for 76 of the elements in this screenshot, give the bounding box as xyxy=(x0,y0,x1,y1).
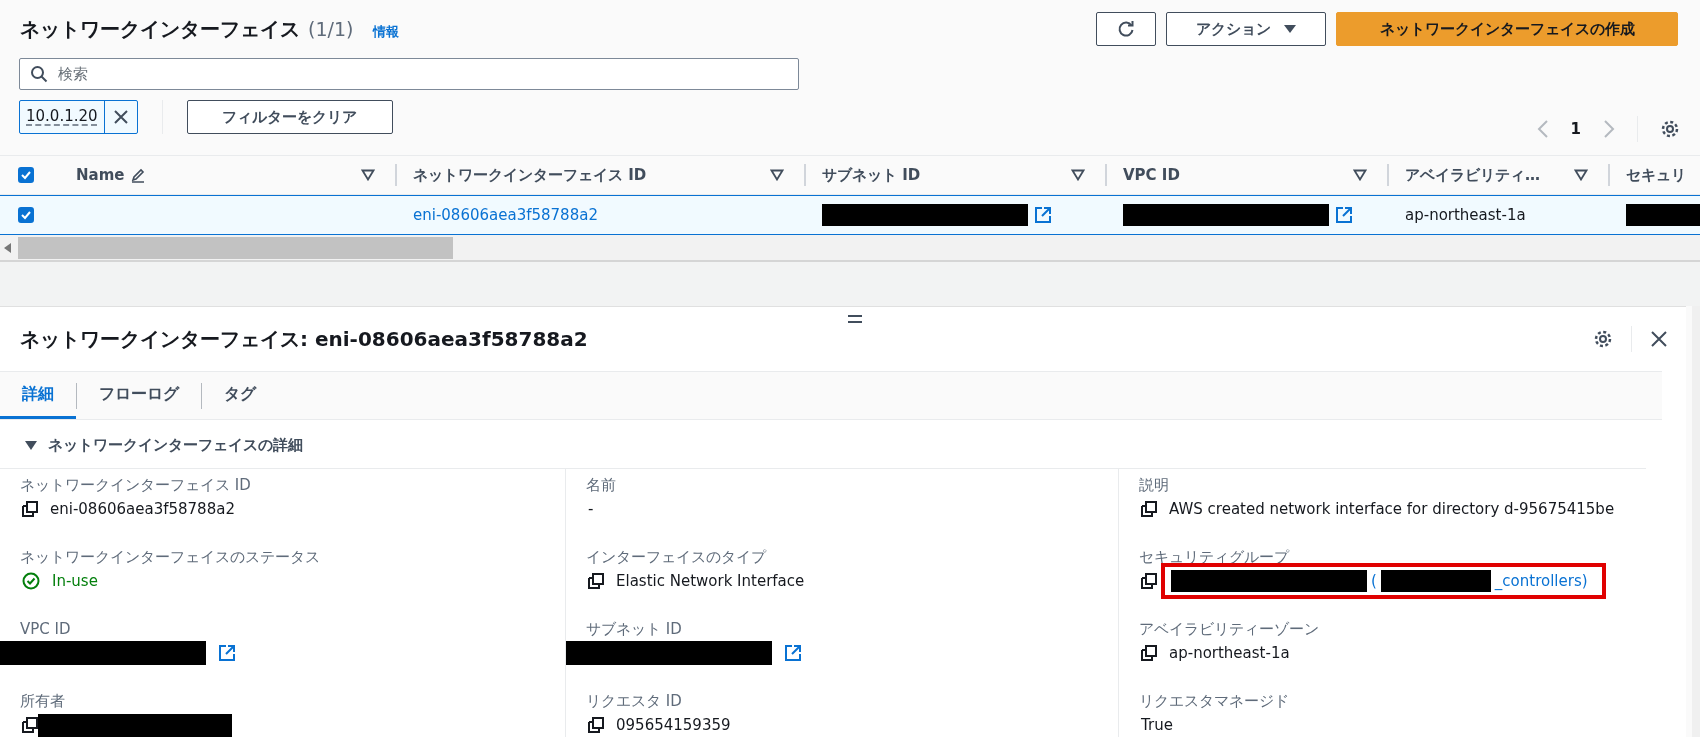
settings-icon[interactable] xyxy=(1660,119,1680,139)
field-label: インターフェイスのタイプ xyxy=(586,547,768,567)
field-label: アベイラビリティーゾーン xyxy=(1139,619,1320,639)
panel-title: ネットワークインターフェイス: eni-08606aea3f58788a2 xyxy=(20,325,588,353)
field-label: 説明 xyxy=(1139,475,1170,495)
scroll-left-icon[interactable] xyxy=(4,242,12,253)
external-link-icon[interactable] xyxy=(784,644,802,662)
copy-icon[interactable] xyxy=(1141,501,1157,517)
clear-filters-button[interactable]: フィルターをクリア xyxy=(186,100,393,134)
sort-icon[interactable] xyxy=(1353,169,1367,181)
copy-icon[interactable] xyxy=(1141,645,1157,661)
status-value: In-use xyxy=(52,572,98,590)
field-value: - xyxy=(588,500,594,518)
field-value: ap-northeast-1a xyxy=(1169,644,1290,662)
table-cell: ap-northeast-1a xyxy=(1405,206,1526,224)
sort-icon[interactable] xyxy=(1574,169,1588,181)
filter-token: 10.0.1.20 xyxy=(20,101,105,133)
field-label: VPC ID xyxy=(20,619,72,639)
field-label: ネットワークインターフェイスのステータス xyxy=(20,547,321,567)
resize-handle-icon[interactable] xyxy=(848,315,862,323)
select-all-checkbox[interactable] xyxy=(18,167,34,183)
settings-icon[interactable] xyxy=(1593,329,1613,349)
refresh-button[interactable] xyxy=(1096,12,1156,46)
refresh-icon xyxy=(1116,19,1136,39)
page-title: ネットワークインターフェイス xyxy=(20,15,300,43)
field-label: サブネット ID xyxy=(586,619,683,639)
column-header: VPC ID xyxy=(1123,166,1180,184)
caret-icon xyxy=(1282,24,1297,34)
sort-icon[interactable] xyxy=(361,169,375,181)
copy-icon[interactable] xyxy=(588,573,604,589)
close-icon[interactable] xyxy=(1650,330,1668,348)
field-value: AWS created network interface for directory d-95675415be xyxy=(1169,500,1615,518)
close-icon xyxy=(112,109,129,125)
field-label: リクエスタ ID xyxy=(586,691,683,711)
tab[interactable]: 詳細 xyxy=(0,372,76,419)
tab[interactable]: タグ xyxy=(202,372,278,419)
external-link-icon[interactable] xyxy=(1335,206,1353,224)
column-header: セキュリ xyxy=(1626,165,1686,185)
column-header: ネットワークインターフェイス ID xyxy=(413,165,647,185)
scrollbar-thumb[interactable] xyxy=(18,236,453,259)
actions-button[interactable]: アクション xyxy=(1166,12,1326,46)
horizontal-scrollbar[interactable] xyxy=(0,235,1700,262)
field-label: 名前 xyxy=(586,475,617,495)
field-label: 所有者 xyxy=(20,691,66,711)
field-value: 095654159359 xyxy=(616,716,731,734)
sort-icon[interactable] xyxy=(1071,169,1085,181)
copy-icon[interactable] xyxy=(22,717,38,733)
paren-link[interactable]: ( xyxy=(1371,572,1377,590)
page-number[interactable]: 1 xyxy=(1570,120,1581,138)
row-checkbox[interactable] xyxy=(18,207,34,223)
field-label: ネットワークインターフェイス ID xyxy=(20,475,252,495)
column-header: サブネット ID xyxy=(822,165,921,185)
interface-id-link[interactable]: eni-08606aea3f58788a2 xyxy=(413,206,598,224)
field-label: リクエスタマネージド xyxy=(1139,691,1290,711)
external-link-icon[interactable] xyxy=(1034,206,1052,224)
tab[interactable]: フローログ xyxy=(77,372,201,419)
field-value: eni-08606aea3f58788a2 xyxy=(50,500,235,518)
section-title: ネットワークインターフェイスの詳細 xyxy=(48,435,303,455)
copy-icon[interactable] xyxy=(1141,573,1157,589)
sort-icon[interactable] xyxy=(770,169,784,181)
check-circle-icon xyxy=(22,572,40,590)
column-header: アベイラビリティ… xyxy=(1405,165,1540,185)
copy-icon[interactable] xyxy=(588,717,604,733)
expand-caret-icon[interactable] xyxy=(24,439,38,451)
search-field[interactable]: 検索 xyxy=(19,58,799,90)
column-header: Name xyxy=(76,166,125,184)
info-link[interactable]: 情報 xyxy=(373,22,400,41)
field-value: True xyxy=(1141,716,1173,734)
create-button[interactable]: ネットワークインターフェイスの作成 xyxy=(1336,12,1678,46)
external-link-icon[interactable] xyxy=(218,644,236,662)
copy-icon[interactable] xyxy=(22,501,38,517)
item-count: (1/1) xyxy=(308,17,354,40)
field-value: Elastic Network Interface xyxy=(616,572,805,590)
pencil-icon xyxy=(130,167,147,183)
search-icon xyxy=(30,65,48,83)
security-group-link[interactable]: _controllers) xyxy=(1494,572,1588,590)
